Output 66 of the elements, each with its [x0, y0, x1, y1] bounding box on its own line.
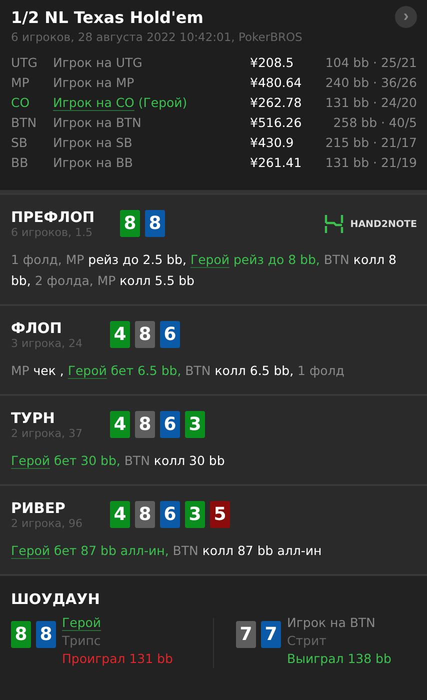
stack-amount: ¥430.9 [250, 134, 295, 152]
playing-card: 8 [135, 321, 155, 348]
stack-stats: 131 bb · 24/20 [324, 94, 417, 112]
hand-result: Проиграл 131 bb [62, 650, 173, 668]
player-name: Игрок на MP [53, 74, 136, 92]
player-name: Игрок на SB [53, 134, 134, 152]
playing-card: 4 [110, 321, 130, 348]
street-title: ТУРН [11, 411, 56, 427]
stack-stats: 215 bb · 21/17 [324, 134, 417, 152]
playing-card: 8 [135, 411, 155, 438]
street-title: ФЛОП [11, 321, 63, 337]
player-name: Игрок на UTG [53, 54, 144, 72]
position-label: CO [11, 94, 31, 112]
stack-amount: ¥516.26 [250, 114, 303, 132]
action-summary: MP чек , Герой бет 6.5 bb, BTN колл 6.5 bb, 1 фолд [11, 362, 346, 380]
playing-card: 6 [160, 501, 180, 528]
hand-combo: Стрит [287, 632, 328, 650]
stack-stats: 104 bb · 25/21 [324, 54, 417, 72]
player-name: Игрок на BB [53, 154, 134, 172]
playing-card: 4 [110, 501, 130, 528]
playing-card: 3 [185, 501, 205, 528]
next-button[interactable]: › [395, 6, 417, 28]
logo-text: HAND2NOTE [350, 218, 417, 230]
playing-card: 8 [135, 501, 155, 528]
stack-stats: 131 bb · 21/19 [324, 154, 417, 172]
stack-amount: ¥208.5 [250, 54, 295, 72]
showdown-title: ШОУДАУН [11, 592, 101, 608]
street-title: ПРЕФЛОП [11, 210, 96, 226]
hero-link[interactable]: Герой [11, 543, 50, 558]
position-label: BB [11, 154, 30, 172]
playing-card: 8 [145, 210, 165, 237]
position-label: BTN [11, 114, 38, 132]
position-label: MP [11, 74, 30, 92]
action-summary: Герой бет 30 bb, BTN колл 30 bb [11, 452, 226, 470]
playing-card: 3 [185, 411, 205, 438]
hand-info: 6 игроков, 28 августа 2022 10:42:01, PokerBROS [11, 30, 304, 44]
hand-title: 1/2 NL Texas Hold'em [11, 8, 204, 26]
stack-amount: ¥261.41 [250, 154, 303, 172]
street-title: РИВЕР [11, 501, 66, 517]
player-name[interactable]: Герой [62, 614, 173, 632]
playing-card: 8 [120, 210, 140, 237]
playing-card: 8 [11, 621, 31, 648]
position-label: SB [11, 134, 29, 152]
hero-link[interactable]: Герой [68, 363, 107, 378]
hand-combo: Трипс [62, 632, 102, 650]
playing-card: 4 [110, 411, 130, 438]
playing-card: 7 [236, 621, 256, 648]
stack-amount: ¥480.64 [250, 74, 303, 92]
position-label: UTG [11, 54, 38, 72]
hand-result: Выиграл 138 bb [287, 650, 392, 668]
playing-card: 5 [210, 501, 230, 528]
action-summary: Герой бет 87 bb алл-ин, BTN колл 87 bb алл-ин [11, 542, 323, 560]
player-name: Игрок на BTN [287, 614, 376, 632]
playing-card: 7 [261, 621, 281, 648]
playing-card: 6 [160, 411, 180, 438]
player-name[interactable]: Игрок на CO (Герой) [53, 94, 250, 112]
playing-card: 6 [160, 321, 180, 348]
player-name: Игрок на BTN [53, 114, 142, 132]
logo-icon [324, 214, 344, 234]
hero-link[interactable]: Герой [190, 252, 230, 267]
hero-link[interactable]: Герой [11, 453, 50, 468]
stack-stats: 258 bb · 40/5 [332, 114, 417, 132]
action-summary: 1 фолд, MP рейз до 2.5 bb, Герой рейз до 8 bb, BTN колл 8 bb, 2 фолда, MP колл 5.5 bb [11, 251, 398, 290]
playing-card: 8 [36, 621, 56, 648]
stack-amount: ¥262.78 [250, 94, 303, 112]
stack-stats: 240 bb · 36/26 [324, 74, 417, 92]
